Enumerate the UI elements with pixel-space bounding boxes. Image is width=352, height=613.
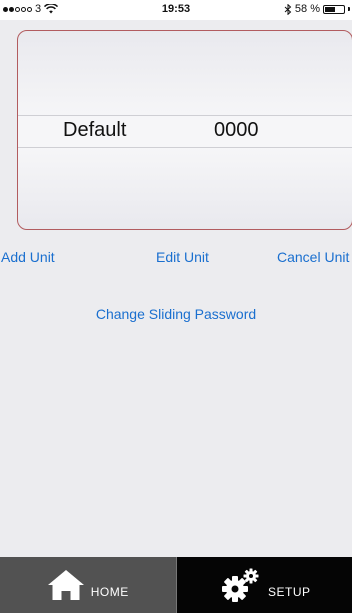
status-right: 58 % xyxy=(284,3,350,15)
status-bar: 3 19:53 58 % xyxy=(0,0,352,20)
battery-percent: 58 % xyxy=(294,3,320,15)
tab-home[interactable]: HOME xyxy=(0,557,176,613)
tab-home-label: HOME xyxy=(90,585,129,599)
bluetooth-icon xyxy=(284,3,292,15)
picker-selection-top-line xyxy=(18,115,352,116)
battery-icon xyxy=(323,4,345,14)
edit-unit-button[interactable]: Edit Unit xyxy=(156,249,209,265)
cancel-unit-button[interactable]: Cancel Unit xyxy=(277,249,349,265)
battery-tip xyxy=(348,7,350,11)
unit-picker[interactable]: Default 0000 xyxy=(17,30,352,230)
picker-selection-bottom-line xyxy=(18,147,352,148)
picker-selected-unit[interactable]: Default xyxy=(63,119,126,142)
picker-selected-code[interactable]: 0000 xyxy=(214,119,259,142)
gears-icon xyxy=(221,568,259,602)
tab-setup-label: SETUP xyxy=(267,585,311,599)
tab-setup[interactable]: SETUP xyxy=(175,557,352,613)
battery-level-fill xyxy=(325,6,335,12)
add-unit-button[interactable]: Add Unit xyxy=(1,249,55,265)
home-icon xyxy=(47,570,84,600)
change-sliding-password-button[interactable]: Change Sliding Password xyxy=(0,306,352,322)
tab-bar: HOME SETUP xyxy=(0,557,352,613)
